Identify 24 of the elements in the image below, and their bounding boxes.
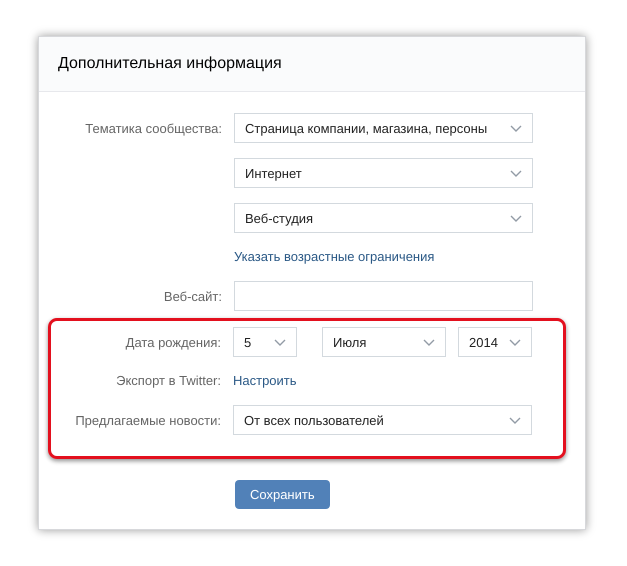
panel-title: Дополнительная информация	[58, 55, 282, 73]
dropdown[interactable]: Страница компании, магазина, персоны	[234, 113, 533, 143]
dropdown[interactable]: Интернет	[234, 158, 533, 188]
input-field[interactable]	[234, 281, 533, 311]
chevron-down-icon	[509, 338, 521, 346]
chevron-down-icon	[423, 338, 435, 346]
dropdown[interactable]: 5	[233, 327, 297, 357]
dropdown[interactable]: Июля	[322, 327, 446, 357]
field-label: Экспорт в Twitter:	[116, 373, 221, 388]
chevron-down-icon	[510, 124, 522, 132]
chevron-down-icon	[510, 170, 522, 176]
chevron-down-icon	[510, 214, 522, 222]
dropdown[interactable]: От всех пользователей	[233, 405, 532, 435]
chevron-down-icon	[274, 338, 286, 346]
link[interactable]: Указать возрастные ограничения	[234, 248, 434, 266]
field-label: Предлагаемые новости:	[75, 412, 221, 428]
field-label: Веб-сайт:	[164, 288, 222, 304]
save-button[interactable]: Сохранить	[235, 480, 330, 509]
link[interactable]: Настроить	[233, 372, 297, 390]
dropdown[interactable]: Веб-студия	[234, 203, 533, 233]
chevron-down-icon	[509, 416, 521, 424]
dropdown[interactable]: 2014	[458, 327, 532, 357]
field-label: Тематика сообщества:	[85, 120, 222, 136]
field-label: Дата рождения:	[126, 334, 221, 350]
